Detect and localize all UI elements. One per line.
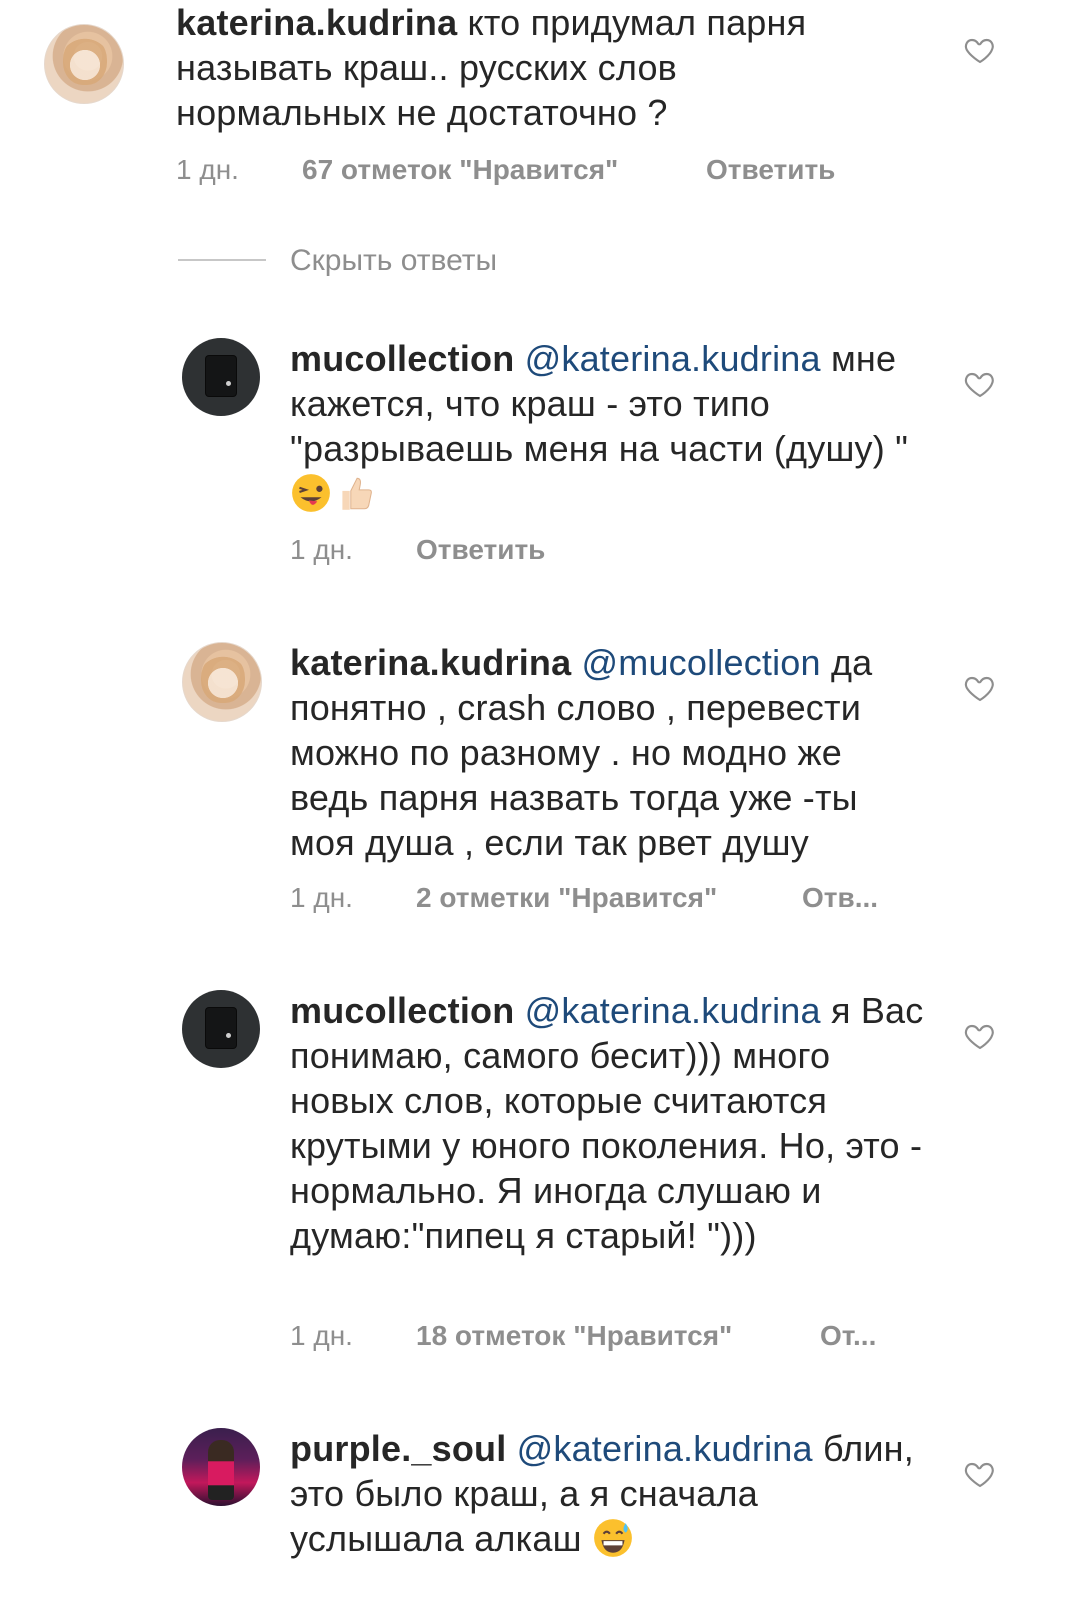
winking-face-with-tongue-emoji bbox=[292, 474, 330, 512]
like-heart-icon[interactable] bbox=[963, 672, 997, 704]
wallet-image bbox=[206, 356, 236, 396]
comment-likes-count[interactable]: 2 отметки "Нравится" bbox=[416, 882, 717, 914]
reply-button[interactable]: Отв... bbox=[802, 882, 878, 914]
comment-username[interactable]: mucollection bbox=[290, 338, 514, 379]
reply-button[interactable]: Ответить bbox=[706, 154, 835, 186]
comment-mention[interactable]: @katerina.kudrina bbox=[525, 338, 821, 379]
comment-mention[interactable]: @katerina.kudrina bbox=[525, 990, 821, 1031]
comment-body: katerina.kudrina кто придумал парня назы… bbox=[176, 0, 876, 135]
comment-body: mucollection @katerina.kudrina я Вас пон… bbox=[290, 988, 930, 1258]
comment-body: katerina.kudrina @mucollection да понятн… bbox=[290, 640, 920, 865]
like-heart-icon[interactable] bbox=[963, 1020, 997, 1052]
avatar-katerina-kudrina[interactable] bbox=[182, 642, 262, 722]
reply-button[interactable]: От... bbox=[820, 1320, 876, 1352]
comment-time: 1 дн. bbox=[290, 882, 353, 913]
like-heart-icon[interactable] bbox=[963, 1458, 997, 1490]
comment-time: 1 дн. bbox=[290, 1320, 353, 1351]
avatar-purple-soul[interactable] bbox=[182, 1428, 260, 1506]
comment-likes-count[interactable]: 67 отметок "Нравится" bbox=[302, 154, 618, 186]
avatar-mucollection[interactable] bbox=[182, 990, 260, 1068]
avatar-mucollection[interactable] bbox=[182, 338, 260, 416]
comment-time: 1 дн. bbox=[176, 154, 239, 185]
comment-body: purple._soul @katerina.kudrina блин, это… bbox=[290, 1426, 930, 1561]
thumbs-up-emoji bbox=[342, 477, 372, 510]
comment-username[interactable]: purple._soul bbox=[290, 1428, 506, 1469]
wallet-image bbox=[206, 1008, 236, 1048]
comment-username[interactable]: katerina.kudrina bbox=[290, 642, 571, 683]
reply-button[interactable]: Ответить bbox=[416, 534, 545, 566]
comment-time: 1 дн. bbox=[290, 534, 353, 565]
comment-mention[interactable]: @mucollection bbox=[582, 642, 821, 683]
like-heart-icon[interactable] bbox=[963, 368, 997, 400]
comment-username[interactable]: mucollection bbox=[290, 990, 514, 1031]
like-heart-icon[interactable] bbox=[963, 34, 997, 66]
comment-username[interactable]: katerina.kudrina bbox=[176, 2, 457, 43]
comment-body: mucollection @katerina.kudrina мне кажет… bbox=[290, 336, 930, 516]
avatar-katerina-kudrina[interactable] bbox=[44, 24, 124, 104]
grinning-face-with-sweat-emoji bbox=[593, 1519, 632, 1557]
comment-likes-count[interactable]: 18 отметок "Нравится" bbox=[416, 1320, 732, 1352]
hide-replies-label[interactable]: Скрыть ответы bbox=[290, 244, 497, 278]
divider-line bbox=[178, 259, 266, 261]
comment-mention[interactable]: @katerina.kudrina bbox=[517, 1428, 813, 1469]
